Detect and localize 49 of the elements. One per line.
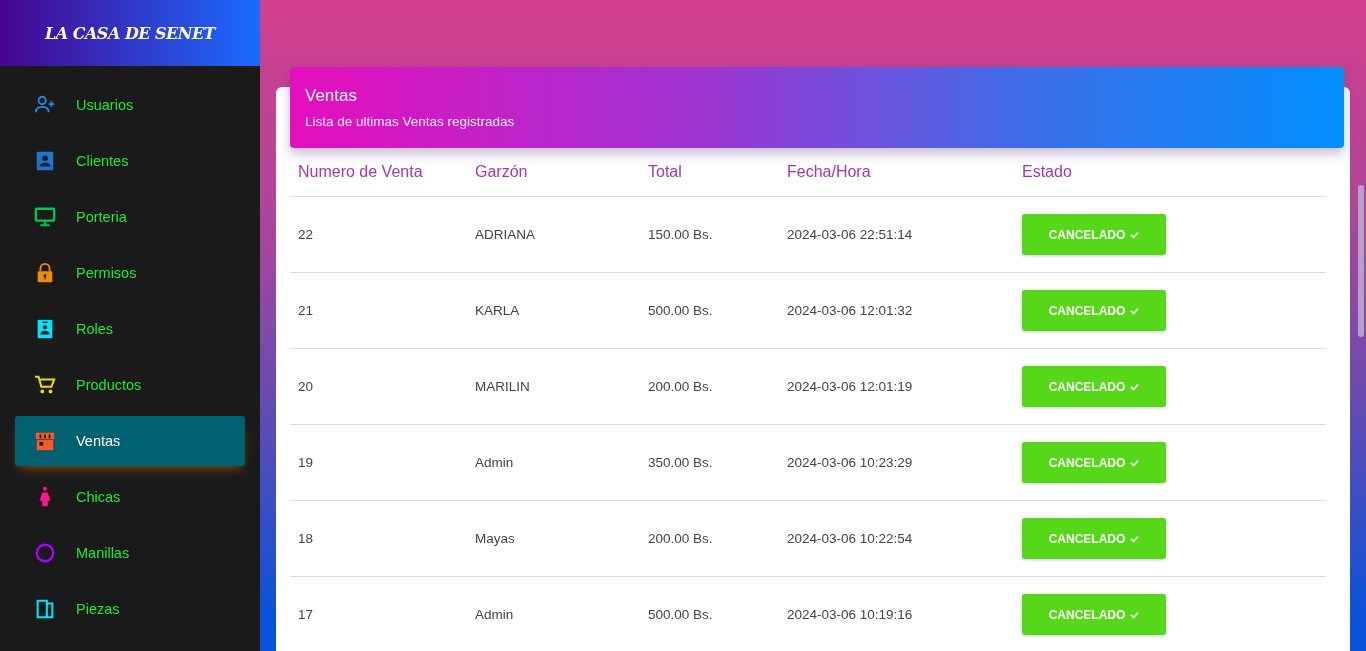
table-cell: 500.00 Bs. [640, 272, 779, 349]
table-cell: 18 [290, 500, 467, 577]
sidebar-item[interactable]: Porteria [15, 192, 245, 242]
check-icon [1130, 382, 1140, 391]
sidebar-item[interactable]: Chicas [15, 472, 245, 522]
brand-title: LA CASA DE SENET [44, 23, 215, 43]
column-header: Estado [1014, 148, 1326, 197]
table-cell: 350.00 Bs. [640, 424, 779, 501]
sidebar-item[interactable]: Ventas [15, 416, 245, 466]
table-cell: Mayas [467, 500, 640, 577]
card-subtitle: Lista de ultimas Ventas registradas [305, 114, 516, 129]
sidebar-item[interactable]: Permisos [15, 248, 245, 298]
table-cell: 17 [290, 576, 467, 651]
column-header: Fecha/Hora [779, 148, 1014, 197]
sidebar-item[interactable]: Manillas [15, 528, 245, 578]
table-cell: 20 [290, 348, 467, 425]
sidebar-item[interactable]: Clientes [15, 136, 245, 186]
check-icon [1130, 534, 1140, 543]
table-cell: 2024-03-06 22:51:14 [779, 196, 1014, 273]
table-cell: MARILIN [467, 348, 640, 425]
table-cell: 2024-03-06 10:22:54 [779, 500, 1014, 577]
table-cell: 21 [290, 272, 467, 349]
table-cell: 200.00 Bs. [640, 500, 779, 577]
table-cell: 2024-03-06 12:01:19 [779, 348, 1014, 425]
table-cell: 2024-03-06 10:19:16 [779, 576, 1014, 651]
check-icon [1130, 458, 1140, 467]
column-header: Numero de Venta [290, 148, 467, 197]
column-header: Garzón [467, 148, 640, 197]
card-title: Ventas [305, 86, 358, 106]
table-cell: KARLA [467, 272, 640, 349]
table-cell: 2024-03-06 10:23:29 [779, 424, 1014, 501]
column-header: Total [640, 148, 779, 197]
table-cell: Admin [467, 576, 640, 651]
table-cell: 2024-03-06 12:01:32 [779, 272, 1014, 349]
sidebar-item[interactable]: Piezas [15, 584, 245, 634]
table-cell: Admin [467, 424, 640, 501]
scrollbar-thumb[interactable] [1358, 185, 1364, 337]
table-cell: 500.00 Bs. [640, 576, 779, 651]
check-icon [1130, 610, 1140, 619]
sidebar-item[interactable]: Roles [15, 304, 245, 354]
sidebar-item[interactable]: Usuarios [15, 80, 245, 130]
table-cell: 200.00 Bs. [640, 348, 779, 425]
table-cell: 22 [290, 196, 467, 273]
check-icon [1130, 306, 1140, 315]
table-cell: ADRIANA [467, 196, 640, 273]
check-icon [1130, 230, 1140, 239]
table-cell: 19 [290, 424, 467, 501]
sidebar-item[interactable]: Productos [15, 360, 245, 410]
table-cell: 150.00 Bs. [640, 196, 779, 273]
